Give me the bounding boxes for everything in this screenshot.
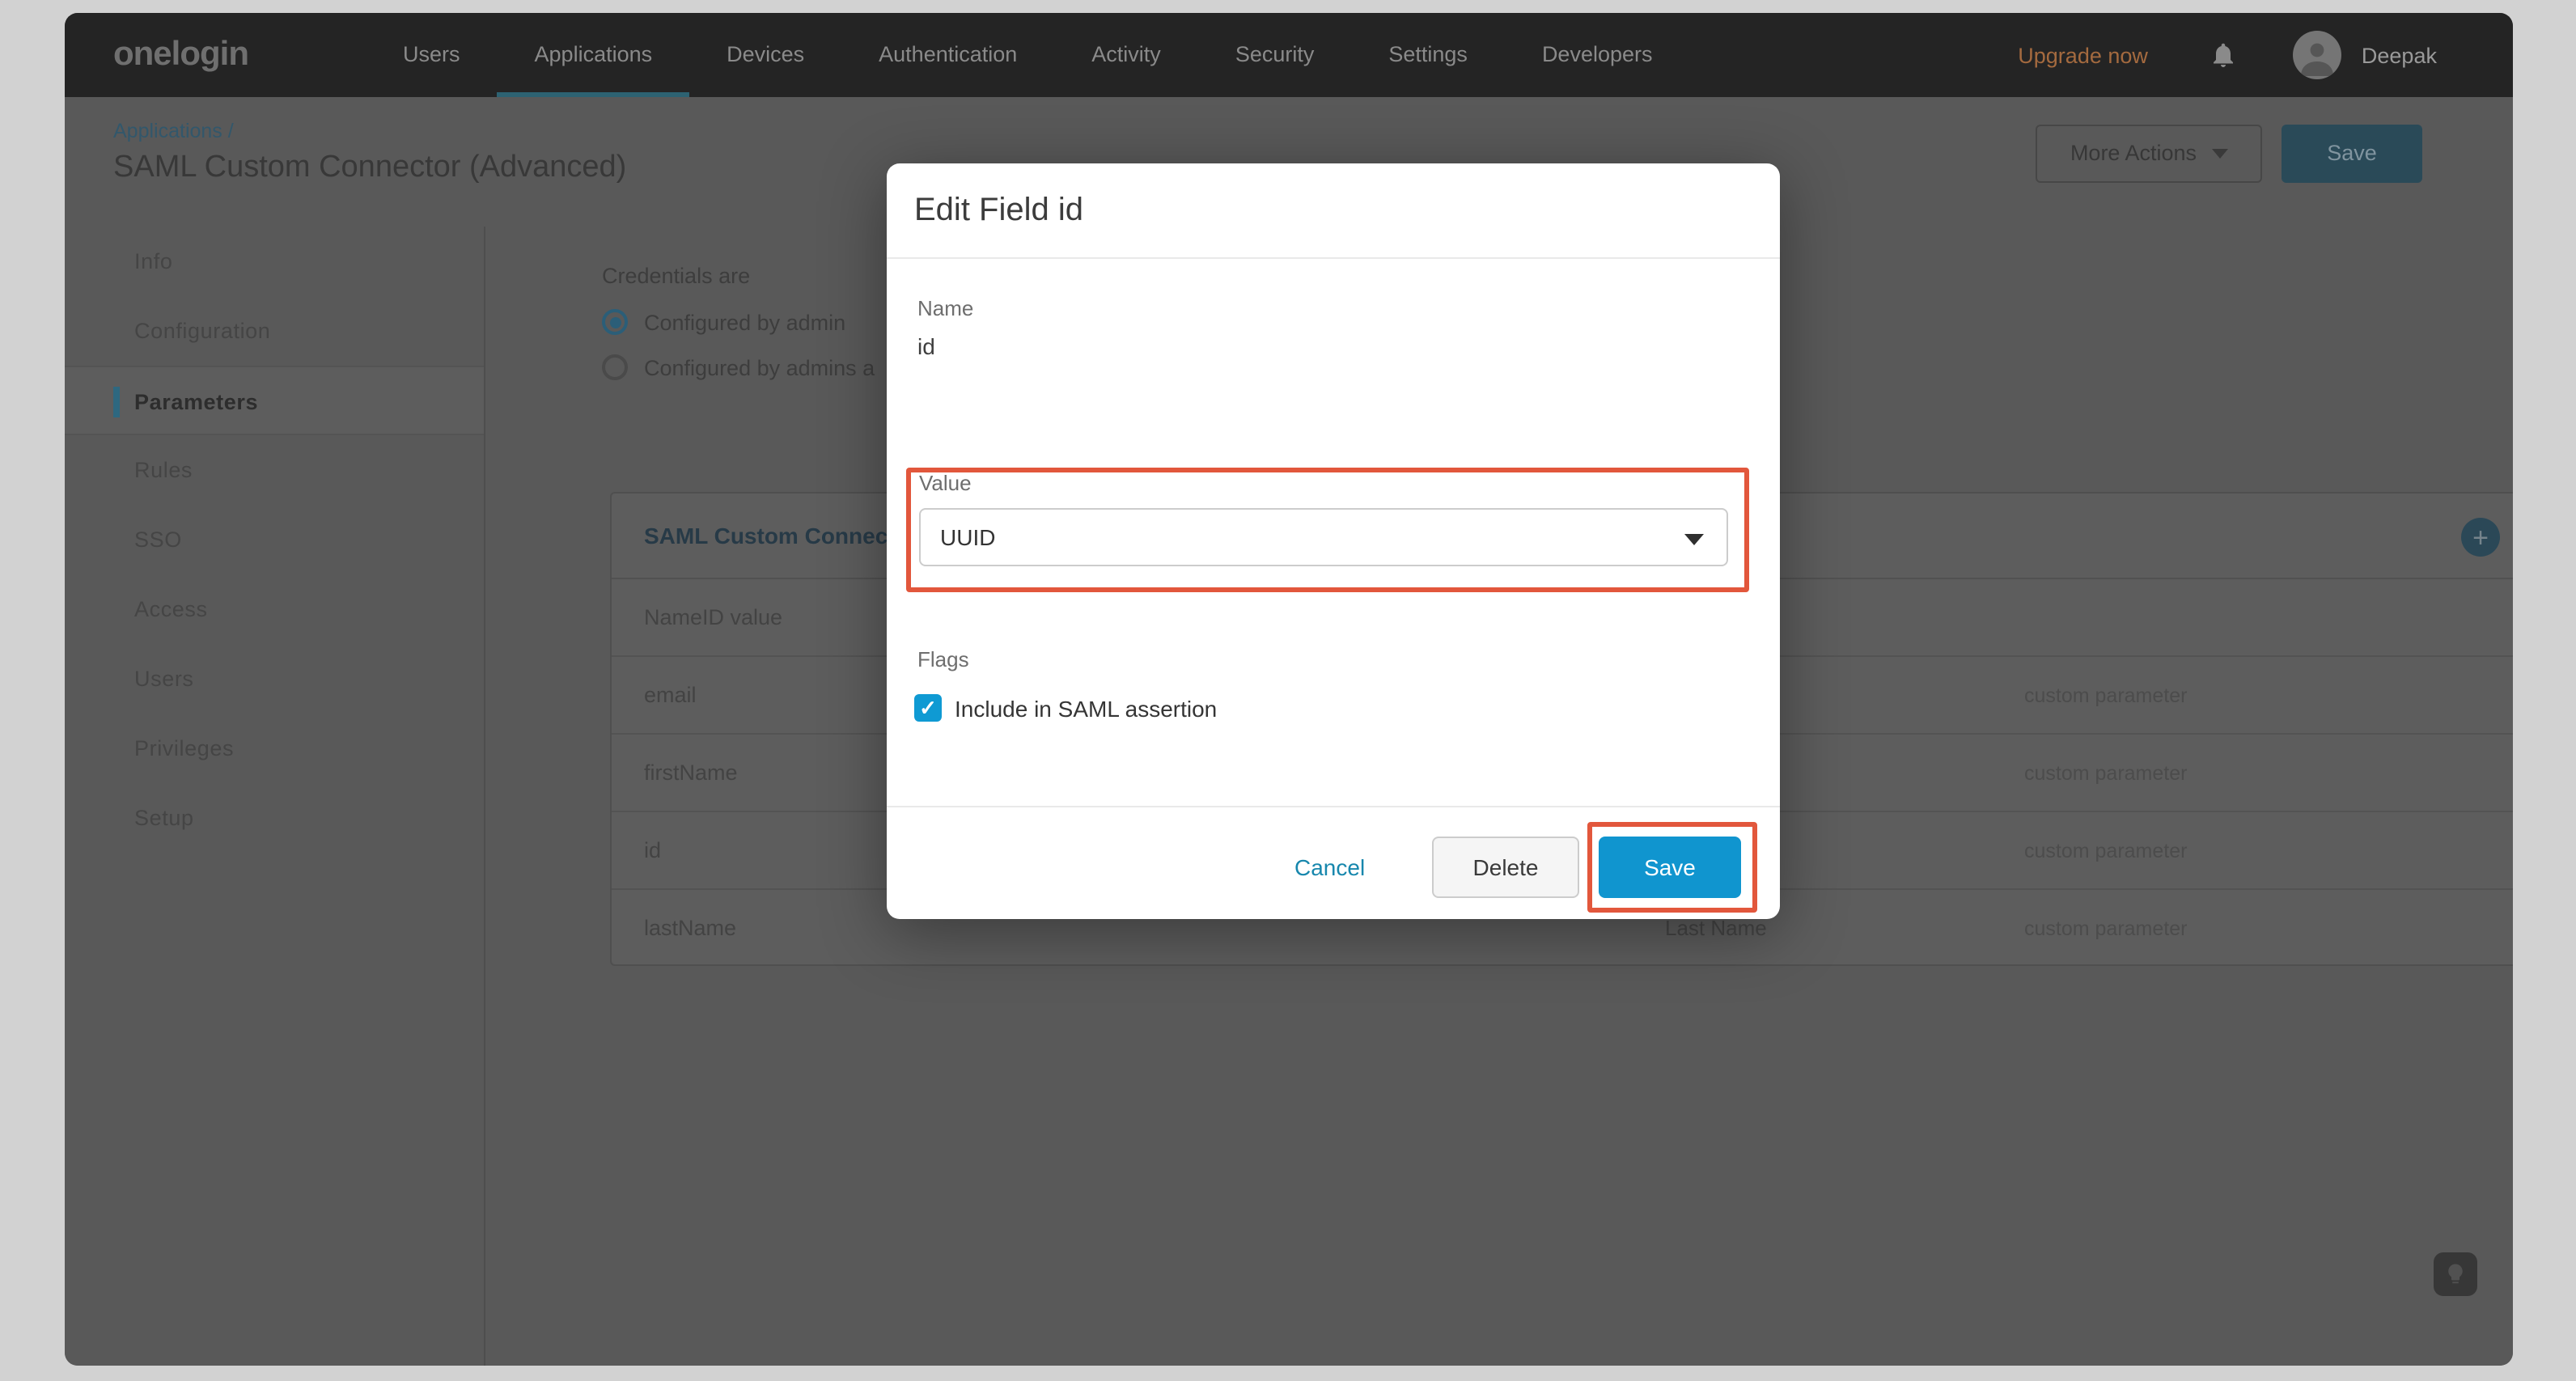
delete-button[interactable]: Delete: [1432, 837, 1579, 898]
radio-selected-icon[interactable]: [602, 309, 628, 335]
nav-item-authentication[interactable]: Authentication: [841, 13, 1054, 97]
sidebar-item-users[interactable]: Users: [65, 644, 484, 714]
breadcrumb[interactable]: Applications /: [113, 120, 234, 142]
param-type: custom parameter: [2024, 735, 2187, 812]
param-type: custom parameter: [2024, 657, 2187, 735]
screenshot-stage: onelogin Users Applications Devices Auth…: [0, 0, 2576, 1381]
credentials-are-label: Credentials are: [602, 264, 750, 288]
cancel-button[interactable]: Cancel: [1294, 854, 1365, 880]
modal-header-divider: [887, 257, 1780, 259]
param-field: firstName: [644, 735, 738, 812]
sidebar-item-privileges[interactable]: Privileges: [65, 714, 484, 783]
nav-item-security[interactable]: Security: [1198, 13, 1352, 97]
nav-item-activity[interactable]: Activity: [1054, 13, 1198, 97]
app-sidebar: Info Configuration Parameters Rules SSO …: [65, 227, 485, 1366]
add-parameter-button[interactable]: +: [2461, 518, 2500, 557]
include-in-saml-assertion-checkbox[interactable]: ✓: [914, 694, 942, 722]
nav-item-applications[interactable]: Applications: [498, 13, 690, 97]
param-field: lastName: [644, 890, 736, 968]
lightbulb-icon: [2443, 1262, 2468, 1286]
value-dropdown[interactable]: UUID: [919, 508, 1728, 566]
sidebar-item-sso[interactable]: SSO: [65, 505, 484, 574]
sidebar-item-rules[interactable]: Rules: [65, 435, 484, 505]
radio-label: Configured by admins a: [644, 355, 875, 379]
modal-footer-divider: [887, 806, 1780, 807]
flags-label: Flags: [917, 647, 969, 671]
nav-item-settings[interactable]: Settings: [1351, 13, 1505, 97]
page-title: SAML Custom Connector (Advanced): [113, 150, 626, 186]
nav-item-devices[interactable]: Devices: [689, 13, 841, 97]
chevron-down-icon: [1684, 534, 1704, 545]
chevron-down-icon: [2211, 150, 2227, 159]
user-avatar[interactable]: [2294, 31, 2342, 79]
radio-unselected-icon[interactable]: [602, 354, 628, 380]
username-label[interactable]: Deepak: [2362, 43, 2437, 67]
value-label: Value: [919, 471, 972, 495]
top-nav: onelogin Users Applications Devices Auth…: [65, 13, 2513, 97]
sidebar-item-access[interactable]: Access: [65, 574, 484, 644]
sidebar-item-setup[interactable]: Setup: [65, 783, 484, 853]
param-type: custom parameter: [2024, 812, 2187, 890]
radio-configured-by-admins-and-users[interactable]: Configured by admins a: [602, 354, 875, 380]
modal-title: Edit Field id: [914, 193, 1083, 230]
name-value: id: [917, 333, 935, 359]
nav-menu: Users Applications Devices Authenticatio…: [366, 13, 1690, 97]
parameters-table-title: SAML Custom Connecto: [644, 494, 909, 579]
nav-item-users[interactable]: Users: [366, 13, 498, 97]
value-dropdown-selected: UUID: [940, 510, 995, 565]
onelogin-logo: onelogin: [113, 36, 248, 74]
app-window: onelogin Users Applications Devices Auth…: [65, 13, 2513, 1366]
sidebar-item-configuration[interactable]: Configuration: [65, 296, 484, 366]
param-field: id: [644, 812, 661, 890]
upgrade-now-link[interactable]: Upgrade now: [2018, 43, 2148, 67]
param-type: custom parameter: [2024, 890, 2187, 968]
nav-right-group: Upgrade now Deepak: [2018, 13, 2513, 97]
param-field: NameID value: [644, 579, 782, 657]
param-field: email: [644, 657, 697, 735]
more-actions-label: More Actions: [2070, 141, 2197, 165]
name-label: Name: [917, 296, 973, 320]
nav-item-developers[interactable]: Developers: [1505, 13, 1690, 97]
notifications-bell-icon[interactable]: [2210, 40, 2239, 70]
sidebar-item-info[interactable]: Info: [65, 227, 484, 296]
sidebar-item-parameters[interactable]: Parameters: [65, 366, 484, 435]
radio-configured-by-admin[interactable]: Configured by admin: [602, 309, 845, 335]
header-save-button[interactable]: Save: [2282, 125, 2422, 183]
edit-field-modal: Edit Field id Name id Value UUID Flags ✓…: [887, 163, 1780, 919]
modal-save-button[interactable]: Save: [1599, 837, 1741, 898]
help-widget-button[interactable]: [2434, 1252, 2477, 1296]
include-in-saml-assertion-label: Include in SAML assertion: [955, 696, 1217, 722]
more-actions-button[interactable]: More Actions: [2036, 125, 2262, 183]
radio-label: Configured by admin: [644, 310, 845, 334]
